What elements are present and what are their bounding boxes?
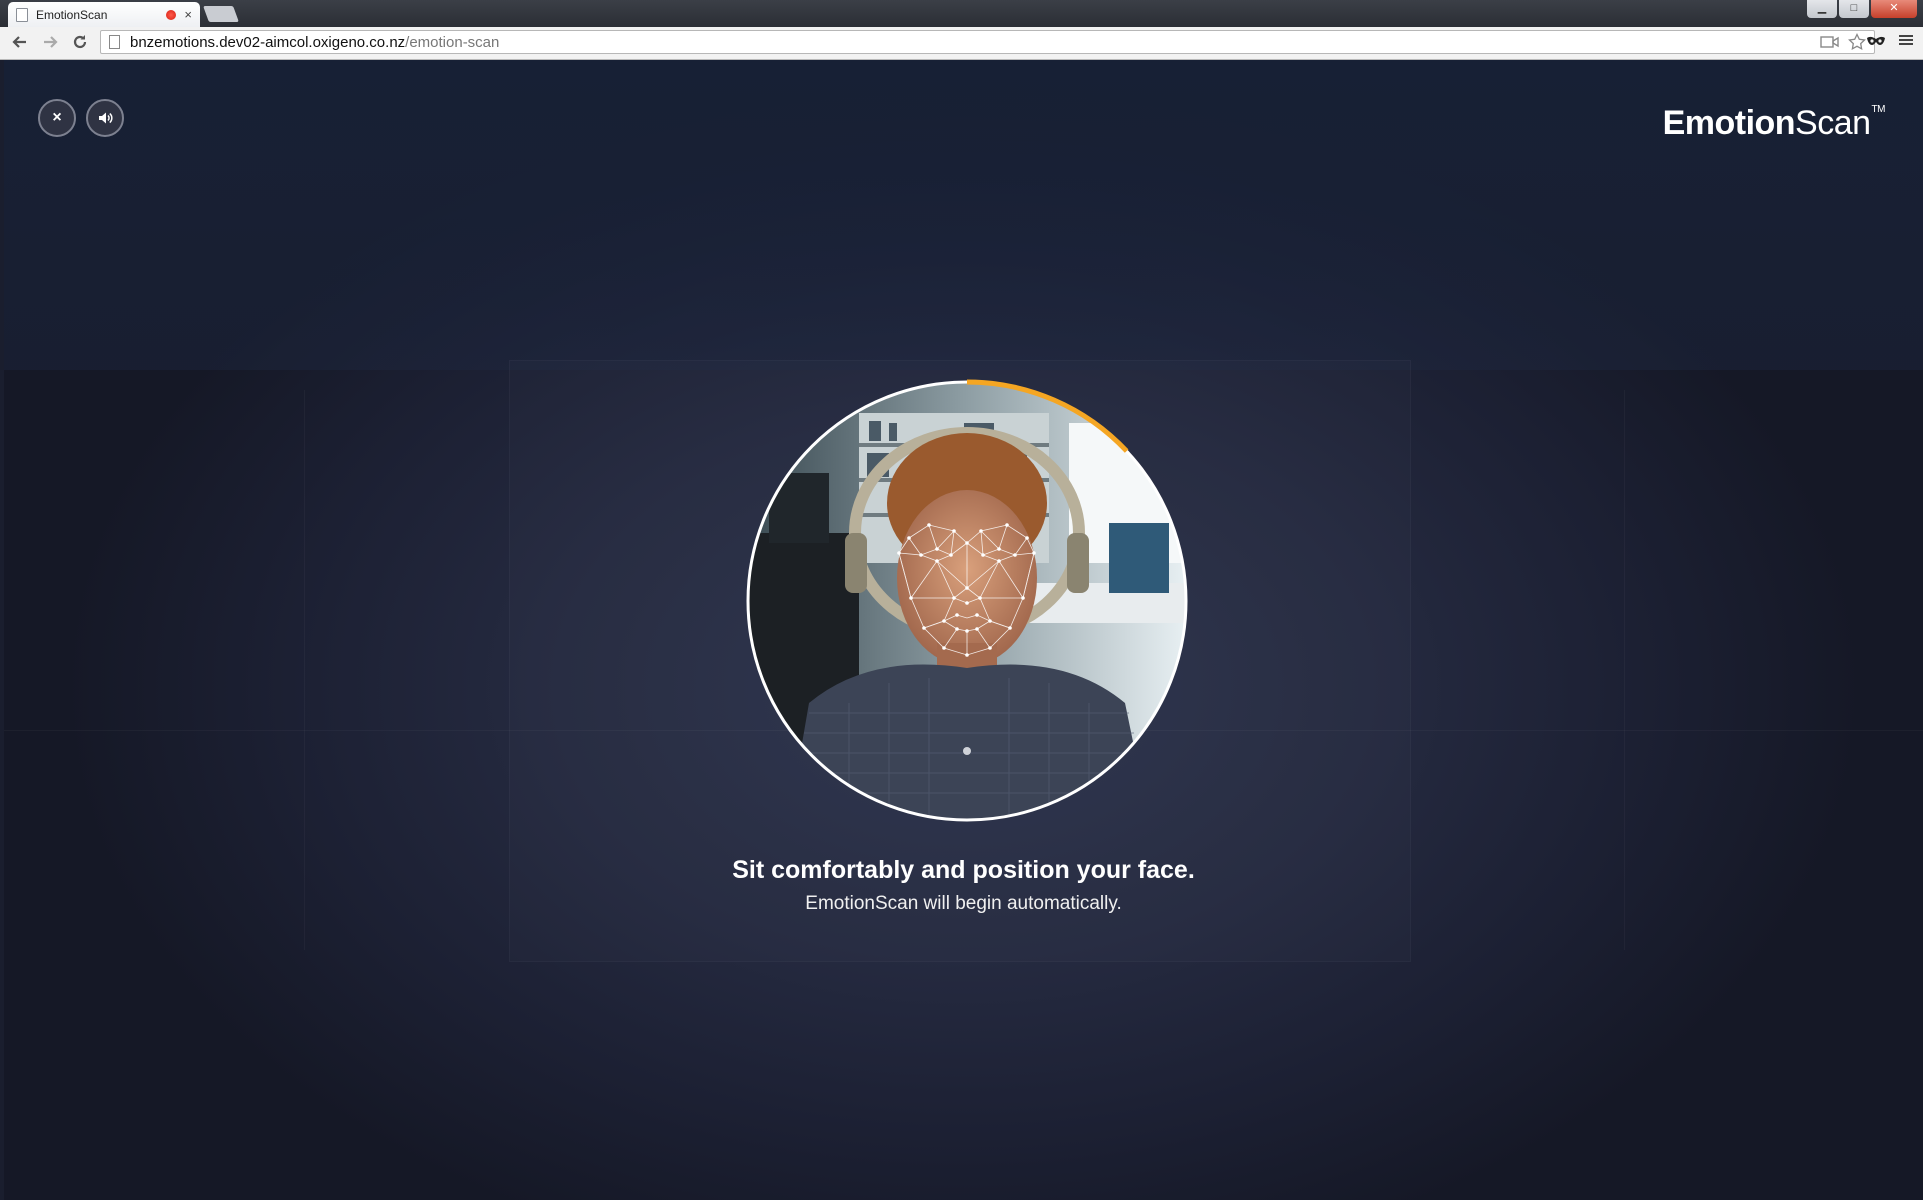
window-controls: ▁ □ ✕: [1807, 0, 1917, 18]
scan-progress-arc: [966, 379, 1129, 453]
new-tab-button[interactable]: [203, 6, 239, 22]
minimize-button[interactable]: ▁: [1807, 0, 1837, 18]
prompt-title: Sit comfortably and position your face.: [732, 856, 1195, 884]
webcam-preview: [744, 378, 1190, 824]
logo-light-text: Scan: [1795, 104, 1871, 142]
url-path: /emotion-scan: [405, 33, 500, 51]
star-icon[interactable]: [1848, 32, 1866, 56]
maximize-button[interactable]: □: [1839, 0, 1869, 18]
logo-trademark: TM: [1871, 104, 1886, 115]
omnibox-actions: [1820, 32, 1866, 56]
document-icon: [16, 7, 28, 22]
close-button[interactable]: ×: [38, 99, 76, 137]
window-close-button[interactable]: ✕: [1871, 0, 1917, 18]
back-arrow-icon[interactable]: [8, 32, 32, 54]
url-host: bnzemotions.dev02-aimcol.oxigeno.co.nz: [130, 33, 406, 51]
mask-icon[interactable]: [1865, 35, 1887, 49]
address-bar[interactable]: bnzemotions.dev02-aimcol.oxigeno.co.nz/e…: [100, 30, 1875, 54]
page-icon: [109, 35, 120, 49]
camera-icon[interactable]: [1820, 33, 1840, 56]
tab-close-button[interactable]: ×: [184, 8, 192, 21]
reload-icon[interactable]: [68, 32, 92, 54]
forward-arrow-icon[interactable]: [38, 32, 62, 54]
hamburger-menu-icon[interactable]: [1897, 32, 1915, 52]
speaker-icon[interactable]: [86, 99, 124, 137]
room-ceiling-backdrop: [4, 60, 1923, 370]
prompt-subtitle: EmotionScan will begin automatically.: [805, 893, 1122, 914]
browser-titlebar: EmotionScan × ▁ □ ✕: [0, 0, 1923, 27]
emotionscan-logo: EmotionScanTM: [1662, 104, 1886, 143]
instruction-text: Sit comfortably and position your face. …: [4, 856, 1923, 915]
browser-toolbar: bnzemotions.dev02-aimcol.oxigeno.co.nz/e…: [0, 27, 1923, 60]
tab-title: EmotionScan: [36, 7, 108, 22]
emotionscan-page: × EmotionScanTM Sit comfortably and posi…: [4, 60, 1923, 1200]
browser-tab[interactable]: EmotionScan ×: [8, 2, 200, 27]
scan-progress-ring: [746, 379, 1188, 822]
logo-bold-text: Emotion: [1662, 104, 1796, 142]
recording-indicator-icon: [166, 9, 177, 20]
